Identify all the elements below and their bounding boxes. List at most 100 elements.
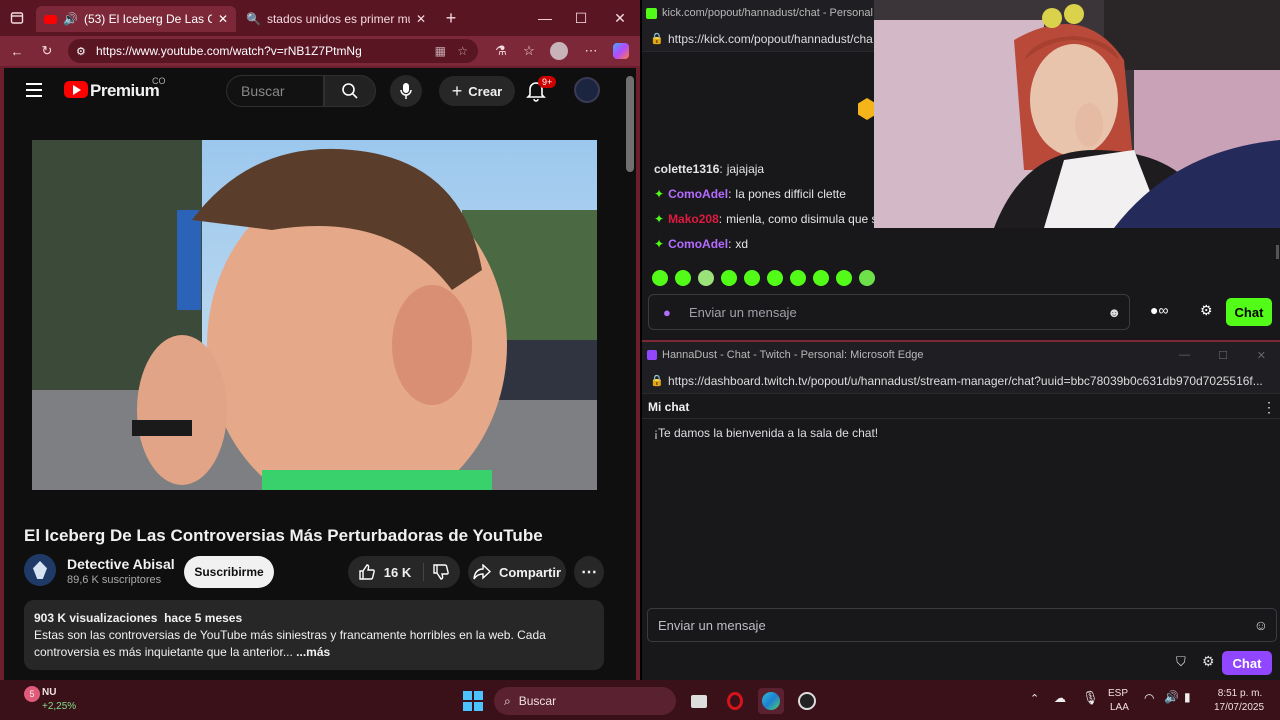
close-window-button[interactable]: ✕ xyxy=(1257,349,1266,362)
close-tab-icon[interactable]: ✕ xyxy=(218,12,228,26)
start-button[interactable] xyxy=(460,688,486,714)
chat-username[interactable]: ComoAdel xyxy=(668,237,728,251)
stock-widget-icon[interactable]: 5 xyxy=(24,686,40,702)
page-scrollbar[interactable] xyxy=(626,76,634,172)
back-icon[interactable]: ← xyxy=(6,40,28,62)
speaker-icon[interactable]: 🔊 xyxy=(63,12,78,26)
search-input[interactable]: Buscar xyxy=(226,75,324,107)
subscribe-button[interactable]: Suscribirme xyxy=(184,556,274,588)
create-button[interactable]: + Crear xyxy=(439,76,515,106)
emote-icon[interactable] xyxy=(813,270,829,286)
reader-view-icon[interactable]: ▦ xyxy=(435,44,446,58)
tab-actions-icon[interactable] xyxy=(6,7,28,29)
like-button[interactable]: 16 K xyxy=(358,563,425,581)
divider xyxy=(642,418,1280,419)
kick-chat-button[interactable]: Chat xyxy=(1226,298,1272,326)
close-window-button[interactable]: ✕ xyxy=(605,6,635,30)
webcam-overlay xyxy=(874,0,1280,228)
chat-text: jajajaja xyxy=(726,162,765,176)
volume-icon[interactable]: 🔊 xyxy=(1164,690,1179,704)
emote-icon[interactable] xyxy=(721,270,737,286)
browser-window-youtube: 🔊 (53) El Iceberg De Las Contro ✕ 🔍 stad… xyxy=(0,0,640,680)
profile-icon[interactable] xyxy=(548,40,570,62)
brand-label[interactable]: Premium xyxy=(90,81,160,101)
voice-search-button[interactable] xyxy=(390,75,422,107)
kick-message-input[interactable]: ● Enviar un mensaje ☻ xyxy=(648,294,1130,330)
minimize-button[interactable]: — xyxy=(1179,349,1190,361)
channel-name[interactable]: Detective Abisal xyxy=(67,556,175,572)
close-tab-icon[interactable]: ✕ xyxy=(416,12,426,26)
emote-icon[interactable] xyxy=(790,270,806,286)
maximize-button[interactable]: ☐ xyxy=(1218,349,1228,362)
chat-username[interactable]: ComoAdel xyxy=(668,187,728,201)
emote-icon[interactable] xyxy=(836,270,852,286)
chat-username[interactable]: Mako208 xyxy=(668,212,719,226)
edge-icon[interactable] xyxy=(758,688,784,714)
chat-options-icon[interactable]: ⋮ xyxy=(1262,399,1276,416)
emote-icon[interactable] xyxy=(859,270,875,286)
description-box[interactable]: 903 K visualizaciones hace 5 meses Estas… xyxy=(24,600,604,670)
search-button[interactable] xyxy=(324,75,376,107)
minimize-button[interactable]: — xyxy=(530,6,560,30)
tab-title: (53) El Iceberg De Las Contro xyxy=(83,12,212,26)
right-scrollbar[interactable] xyxy=(1276,245,1279,259)
maximize-button[interactable]: ☐ xyxy=(566,6,596,30)
tray-app-icon[interactable]: ☁ xyxy=(1054,691,1066,705)
tab-youtube[interactable]: 🔊 (53) El Iceberg De Las Contro ✕ xyxy=(36,6,236,32)
stock-name[interactable]: NU xyxy=(42,686,56,699)
notifications-button[interactable]: 9+ xyxy=(526,76,557,107)
clock-date: 17/07/2025 xyxy=(1213,702,1265,713)
tab-search[interactable]: 🔍 stados unidos es primer mundo - ✕ xyxy=(238,6,434,32)
emote-icon[interactable] xyxy=(652,270,668,286)
chevron-up-icon[interactable]: ⌃ xyxy=(1030,692,1039,705)
emote-icon[interactable] xyxy=(744,270,760,286)
clock-time[interactable]: 8:51 p. m. xyxy=(1212,687,1268,700)
wifi-icon[interactable]: ◠ xyxy=(1144,691,1154,705)
task-view-icon[interactable] xyxy=(686,688,712,714)
microphone-icon[interactable]: 🎙 xyxy=(1082,690,1099,706)
twitch-address-bar[interactable]: 🔒 https://dashboard.twitch.tv/popout/u/h… xyxy=(642,368,1280,394)
emote-icon[interactable] xyxy=(767,270,783,286)
emote-icon[interactable] xyxy=(675,270,691,286)
chat-username[interactable]: colette1316 xyxy=(654,162,719,176)
points-icon[interactable]: ●∞ xyxy=(1150,302,1168,318)
search-favicon-icon: 🔍 xyxy=(246,12,261,26)
menu-icon[interactable] xyxy=(26,83,42,97)
youtube-logo-icon[interactable] xyxy=(64,81,88,98)
twitch-chat-button[interactable]: Chat xyxy=(1222,651,1272,675)
opera-icon[interactable] xyxy=(722,688,748,714)
youtube-page: Premium CO Buscar + Crear 9+ El Iceberg … xyxy=(4,68,636,680)
chat-text: mienla, como disimula que si xyxy=(726,212,881,226)
channel-avatar[interactable] xyxy=(24,554,56,586)
favorite-star-icon[interactable]: ☆ xyxy=(457,44,468,58)
video-player[interactable] xyxy=(32,140,597,490)
settings-gear-icon[interactable]: ⚙ xyxy=(1202,653,1215,670)
battery-icon[interactable]: ▮ xyxy=(1184,690,1191,704)
emoji-icon[interactable]: ☻ xyxy=(1107,305,1121,320)
favorites-icon[interactable]: ☆ xyxy=(518,40,540,62)
shield-icon[interactable]: ⛉ xyxy=(1176,654,1186,670)
address-bar[interactable]: ⚙ https://www.youtube.com/watch?v=rNB1Z7… xyxy=(68,39,478,63)
share-button[interactable]: Compartir xyxy=(468,556,566,588)
more-menu-icon[interactable]: ⋯ xyxy=(580,40,602,62)
show-more-link[interactable]: ...más xyxy=(296,645,330,659)
account-avatar[interactable] xyxy=(574,77,600,103)
new-tab-icon[interactable]: + xyxy=(440,7,462,29)
emoji-icon[interactable]: ☺ xyxy=(1254,617,1268,633)
welcome-message: ¡Te damos la bienvenida a la sala de cha… xyxy=(654,426,879,440)
refresh-icon[interactable]: ↻ xyxy=(36,40,58,62)
emote-icon[interactable] xyxy=(698,270,714,286)
more-actions-button[interactable]: ⋯ xyxy=(574,556,604,588)
microphone-icon[interactable]: ● xyxy=(663,305,671,320)
copilot-icon[interactable] xyxy=(610,40,632,62)
extensions-icon[interactable]: ⚗ xyxy=(490,40,512,62)
kick-favicon-icon xyxy=(646,7,657,19)
site-info-icon[interactable]: ⚙ xyxy=(76,45,86,58)
channel-logo-icon xyxy=(33,561,47,579)
language-code[interactable]: ESP xyxy=(1108,687,1128,700)
dislike-button[interactable] xyxy=(432,563,450,581)
settings-gear-icon[interactable]: ⚙ xyxy=(1200,302,1213,319)
twitch-message-input[interactable]: Enviar un mensaje ☺ xyxy=(647,608,1277,642)
obs-icon[interactable] xyxy=(794,688,820,714)
taskbar-search[interactable]: ⌕ Buscar xyxy=(494,687,676,715)
